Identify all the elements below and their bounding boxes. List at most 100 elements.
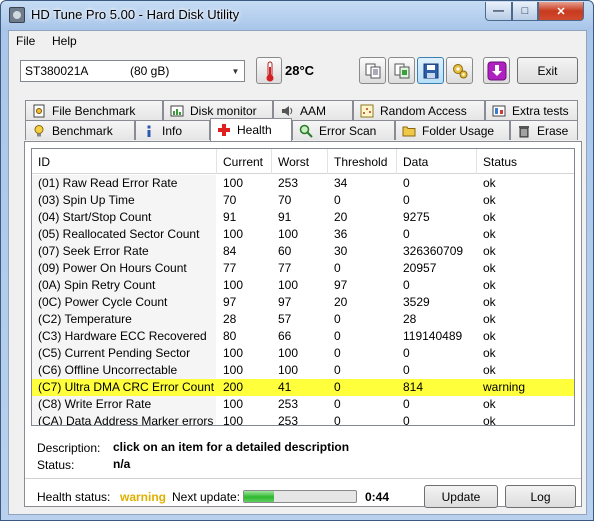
column-header-status[interactable]: Status (477, 149, 574, 174)
cell-threshold: 0 (334, 380, 341, 394)
app-window: HD Tune Pro 5.00 - Hard Disk Utility — □… (0, 0, 594, 521)
cell-id: (CA) Data Address Marker errors (38, 414, 214, 426)
download-button[interactable] (483, 57, 510, 84)
column-header-current[interactable]: Current (217, 149, 272, 174)
cell-worst: 66 (278, 329, 292, 343)
minimize-button[interactable]: — (485, 2, 512, 21)
cell-threshold: 36 (334, 227, 348, 241)
cell-current: 100 (223, 346, 244, 360)
title-bar[interactable]: HD Tune Pro 5.00 - Hard Disk Utility — □… (1, 1, 593, 28)
copy-screenshot-button[interactable] (388, 57, 415, 84)
cell-worst: 70 (278, 193, 292, 207)
copy-info-button[interactable] (359, 57, 386, 84)
table-row[interactable]: (04) Start/Stop Count 91 91 20 9275 ok (32, 209, 574, 226)
cell-id: (03) Spin Up Time (38, 193, 135, 207)
cell-threshold: 0 (334, 397, 341, 411)
cell-status: ok (483, 278, 496, 292)
tab-error-scan[interactable]: Error Scan (292, 120, 395, 140)
table-row[interactable]: (09) Power On Hours Count 77 77 0 20957 ok (32, 260, 574, 277)
trash-icon (519, 125, 529, 137)
status-label: Status: (37, 458, 75, 472)
cell-current: 91 (223, 210, 237, 224)
column-header-id[interactable]: ID (32, 149, 217, 174)
cell-data: 0 (403, 278, 410, 292)
tab-info[interactable]: Info (135, 120, 210, 140)
cell-id: (C5) Current Pending Sector (38, 346, 191, 360)
tab-random-access[interactable]: Random Access (353, 100, 485, 120)
smart-table[interactable]: ID Current Worst Threshold Data Status (… (31, 148, 575, 426)
save-button[interactable] (417, 57, 444, 84)
footer-separator (25, 478, 581, 479)
tab-label: Error Scan (319, 123, 377, 138)
column-header-data[interactable]: Data (397, 149, 477, 174)
update-button[interactable]: Update (424, 485, 498, 508)
cell-worst: 57 (278, 312, 292, 326)
table-row[interactable]: (01) Raw Read Error Rate 100 253 34 0 ok (32, 175, 574, 192)
options-icon (452, 63, 467, 78)
table-row[interactable]: (03) Spin Up Time 70 70 0 0 ok (32, 192, 574, 209)
options-button[interactable] (446, 57, 473, 84)
cell-threshold: 0 (334, 193, 341, 207)
copy-info-icon (365, 63, 380, 78)
menu-bar: File Help (9, 31, 586, 51)
drive-dropdown[interactable]: ST380021A (80 gB) ▼ (20, 60, 245, 82)
cell-worst: 77 (278, 261, 292, 275)
table-row[interactable]: (C3) Hardware ECC Recovered 80 66 0 11914048… (32, 328, 574, 345)
cell-status: ok (483, 244, 496, 258)
table-row[interactable]: (0C) Power Cycle Count 97 97 20 3529 ok (32, 294, 574, 311)
table-row[interactable]: (C8) Write Error Rate 100 253 0 0 ok (32, 396, 574, 413)
magnifier-icon (299, 124, 313, 138)
table-row[interactable]: (07) Seek Error Rate 84 60 30 326360709 ok (32, 243, 574, 260)
table-row[interactable]: (C7) Ultra DMA CRC Error Count 200 41 0 814 w… (32, 379, 574, 396)
cell-worst: 97 (278, 295, 292, 309)
cell-data: 0 (403, 414, 410, 426)
dropdown-arrow-icon[interactable]: ▼ (227, 61, 244, 81)
menu-help[interactable]: Help (52, 34, 77, 48)
table-row[interactable]: (C6) Offline Uncorrectable 100 100 0 0 ok (32, 362, 574, 379)
cell-id: (05) Reallocated Sector Count (38, 227, 200, 241)
table-row[interactable]: (05) Reallocated Sector Count 100 100 36 0 ok (32, 226, 574, 243)
close-button[interactable]: ✕ (538, 2, 584, 21)
thermometer-icon (256, 57, 282, 84)
health-status-label: Health status: (37, 490, 111, 504)
countdown-timer: 0:44 (365, 490, 390, 504)
next-update-label: Next update: (172, 490, 241, 504)
cell-status: ok (483, 363, 496, 377)
cell-threshold: 0 (334, 329, 341, 343)
column-header-worst[interactable]: Worst (272, 149, 328, 174)
cell-status: ok (483, 329, 496, 343)
tab-label: Random Access (380, 103, 467, 118)
cell-current: 70 (223, 193, 237, 207)
tab-folder-usage[interactable]: Folder Usage (395, 120, 510, 140)
cell-worst: 100 (278, 278, 299, 292)
tab-disk-monitor[interactable]: Disk monitor (163, 100, 273, 120)
log-button[interactable]: Log (505, 485, 576, 508)
table-row[interactable]: (C2) Temperature 28 57 0 28 ok (32, 311, 574, 328)
menu-file[interactable]: File (16, 34, 35, 48)
tab-aam[interactable]: AAM (273, 100, 353, 120)
tab-erase[interactable]: Erase (510, 120, 578, 140)
tab-label: AAM (300, 103, 327, 118)
column-header-threshold[interactable]: Threshold (328, 149, 397, 174)
tab-label: Health (237, 123, 272, 137)
cell-threshold: 0 (334, 363, 341, 377)
tab-extra-tests[interactable]: Extra tests (485, 100, 578, 120)
maximize-button[interactable]: □ (512, 2, 538, 21)
table-row[interactable]: (C5) Current Pending Sector 100 100 0 0 ok (32, 345, 574, 362)
footer: Health status: warning Next update: 0:44… (25, 483, 581, 508)
cell-current: 80 (223, 329, 237, 343)
cell-current: 97 (223, 295, 237, 309)
cell-threshold: 20 (334, 295, 348, 309)
tab-health[interactable]: Health (210, 118, 292, 141)
table-row[interactable]: (0A) Spin Retry Count 100 100 97 0 ok (32, 277, 574, 294)
cell-current: 77 (223, 261, 237, 275)
progress-fill (244, 491, 275, 502)
cell-data: 0 (403, 176, 410, 190)
exit-button[interactable]: Exit (517, 57, 578, 84)
tab-benchmark[interactable]: Benchmark (25, 120, 135, 140)
table-row[interactable]: (CA) Data Address Marker errors 100 253 0 0 o… (32, 413, 574, 426)
tab-file-benchmark[interactable]: File Benchmark (25, 100, 163, 120)
cell-status: ok (483, 295, 496, 309)
folder-icon (402, 126, 416, 136)
cell-current: 100 (223, 414, 244, 426)
